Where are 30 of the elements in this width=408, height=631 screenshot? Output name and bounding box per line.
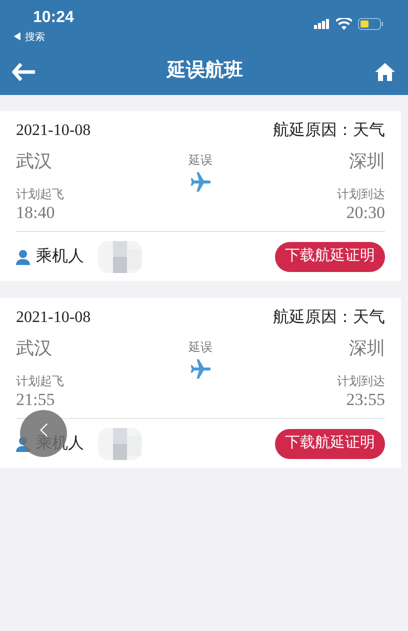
home-icon[interactable] (374, 62, 396, 82)
status-time: 10:24 (33, 8, 74, 28)
flight-status: 延误 (188, 152, 212, 169)
flight-date: 2021-10-08 (16, 121, 91, 141)
departure-city: 武汉 (16, 337, 53, 360)
arrival-city: 深圳 (349, 150, 385, 173)
arrival-time: 23:55 (346, 390, 385, 410)
delay-reason: 航延原因：天气 (273, 120, 385, 141)
departure-label: 计划起飞 (16, 186, 64, 203)
departure-time: 18:40 (16, 203, 56, 223)
arrival-city: 深圳 (349, 337, 385, 360)
page-title: 延误航班 (167, 58, 243, 84)
arrival-label: 计划到达 (337, 186, 385, 203)
download-certificate-button[interactable]: 下载航延证明 (275, 242, 385, 272)
back-arrow-icon[interactable] (12, 62, 36, 80)
download-certificate-button[interactable]: 下载航延证明 (275, 428, 385, 458)
wifi-icon (336, 18, 352, 30)
battery-icon (358, 18, 384, 30)
departure-city: 武汉 (16, 150, 53, 173)
arrival-label: 计划到达 (337, 373, 385, 390)
flight-date: 2021-10-08 (16, 308, 91, 328)
arrival-time: 20:30 (346, 203, 385, 223)
flight-status: 延误 (188, 339, 212, 356)
delay-reason: 航延原因：天气 (273, 308, 385, 328)
departure-label: 计划起飞 (16, 373, 64, 390)
departure-time: 21:55 (16, 390, 56, 410)
person-icon (16, 248, 30, 264)
passenger-label: 乘机人 (36, 246, 84, 266)
back-to-app-link[interactable]: ◀ 搜索 (12, 30, 74, 45)
signal-icon (314, 19, 330, 29)
